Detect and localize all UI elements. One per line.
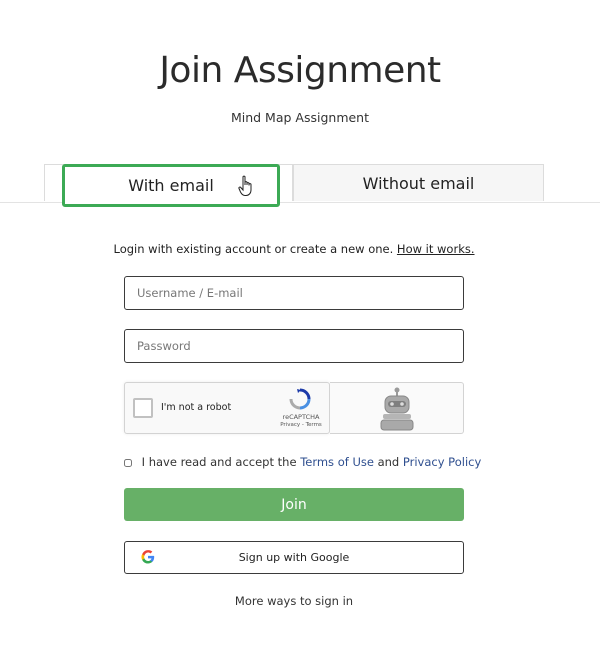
join-button[interactable]: Join	[124, 488, 464, 521]
terms-and: and	[377, 455, 400, 469]
privacy-policy-link[interactable]: Privacy Policy	[403, 455, 481, 469]
robot-icon	[380, 387, 414, 431]
terms-of-use-link[interactable]: Terms of Use	[300, 455, 374, 469]
recaptcha-checkbox[interactable]	[133, 398, 153, 418]
login-intro-text: Login with existing account or create a …	[113, 242, 394, 256]
google-signup-label: Sign up with Google	[238, 551, 350, 564]
terms-prefix: I have read and accept the	[141, 455, 297, 469]
terms-checkbox[interactable]	[124, 458, 132, 467]
hand-cursor-icon	[238, 175, 252, 196]
google-logo-icon	[141, 550, 155, 564]
robot-illustration	[330, 382, 464, 434]
how-it-works-link[interactable]: How it works.	[397, 242, 475, 256]
recaptcha-links[interactable]: Privacy - Terms	[277, 422, 325, 428]
username-input[interactable]	[124, 276, 464, 310]
google-signup-button[interactable]: Sign up with Google	[124, 541, 464, 574]
page-title: Join Assignment	[159, 50, 441, 91]
login-intro: Login with existing account or create a …	[0, 242, 588, 256]
recaptcha-logo-icon	[289, 388, 311, 410]
more-sign-in-link[interactable]: More ways to sign in	[0, 594, 588, 608]
tab-without-email[interactable]: Without email	[293, 164, 544, 201]
assignment-name: Mind Map Assignment	[230, 110, 370, 125]
password-input[interactable]	[124, 329, 464, 363]
terms-consent: I have read and accept the Terms of Use …	[124, 455, 481, 469]
recaptcha-label: I'm not a robot	[161, 402, 232, 413]
recaptcha-brand: reCAPTCHA	[282, 413, 320, 421]
recaptcha-widget: I'm not a robot reCAPTCHA Privacy - Term…	[124, 382, 330, 434]
